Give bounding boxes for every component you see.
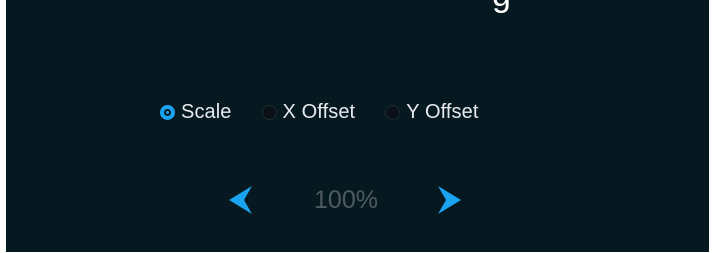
radio-label-y-offset: Y Offset (406, 100, 479, 123)
settings-panel: g Scale X Offset Y Offset 100% (6, 0, 709, 252)
radio-unselected-icon[interactable] (261, 104, 277, 120)
radio-option-y-offset[interactable]: Y Offset (385, 96, 478, 128)
radio-option-x-offset[interactable]: X Offset (261, 96, 356, 128)
chevron-right-icon (438, 186, 461, 214)
decrease-button[interactable] (228, 185, 254, 215)
radio-label-x-offset: X Offset (282, 100, 356, 123)
stepper-value: 100% (314, 186, 378, 214)
chevron-left-icon (229, 186, 252, 214)
mode-radio-group: Scale X Offset Y Offset (160, 96, 479, 128)
radio-label-scale: Scale (181, 100, 232, 123)
radio-selected-icon[interactable] (160, 104, 175, 120)
increase-button[interactable] (436, 185, 462, 215)
value-stepper: 100% (228, 181, 466, 219)
radio-option-scale[interactable]: Scale (160, 96, 232, 128)
radio-unselected-icon[interactable] (385, 104, 401, 120)
panel-title-fragment: g (492, 0, 511, 12)
